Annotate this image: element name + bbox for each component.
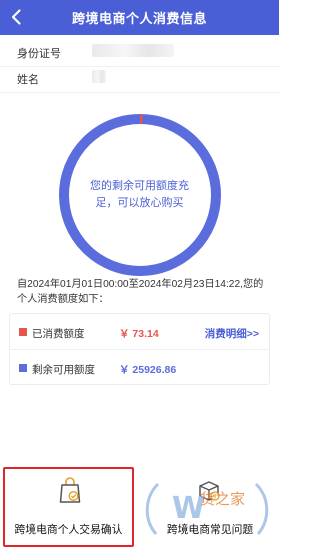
used-quota-label: 已消费额度: [32, 328, 85, 340]
used-quota-amount: ￥ 73.14: [119, 328, 159, 340]
id-number-masked-value: [92, 44, 174, 57]
faq-label: 跨境电商常见问题: [166, 524, 254, 536]
consumption-detail-link[interactable]: 消费明细>>: [205, 326, 259, 341]
transaction-confirm-label: 跨境电商个人交易确认: [14, 524, 123, 536]
transaction-confirm-tab[interactable]: 跨境电商个人交易确认: [3, 467, 134, 547]
quota-period-summary: 自2024年01月01日00:00至2024年02月23日14:22,您的个人消…: [17, 279, 264, 305]
faq-package-icon: [196, 477, 222, 508]
remaining-quota-label: 剩余可用额度: [32, 364, 95, 376]
id-number-label: 身份证号: [17, 48, 61, 60]
page-title: 跨境电商个人消费信息: [71, 11, 207, 26]
remaining-quota-row: 剩余可用额度 ￥ 25926.86: [10, 350, 269, 386]
quota-card: 已消费额度 ￥ 73.14 消费明细>> 剩余可用额度 ￥ 25926.86: [9, 313, 270, 385]
used-legend-square: [19, 328, 27, 336]
remaining-quota-amount: ￥ 25926.86: [119, 364, 177, 376]
quota-ring-chart: 您的剩余可用额度充足，可以放心购买: [55, 110, 225, 280]
bottom-nav: 跨境电商个人交易确认 跨境电商常见问题: [0, 462, 279, 550]
top-header: 跨境电商个人消费信息: [0, 0, 279, 35]
name-masked-value: [92, 70, 106, 83]
quota-status-message: 您的剩余可用额度充足，可以放心购买: [90, 180, 189, 209]
name-label: 姓名: [17, 74, 39, 86]
used-quota-row: 已消费额度 ￥ 73.14 消费明细>>: [10, 314, 269, 350]
remaining-legend-square: [19, 364, 27, 372]
name-row: 姓名: [0, 61, 279, 93]
faq-tab[interactable]: 跨境电商常见问题: [145, 467, 275, 547]
shopping-bag-check-icon: [59, 477, 81, 510]
